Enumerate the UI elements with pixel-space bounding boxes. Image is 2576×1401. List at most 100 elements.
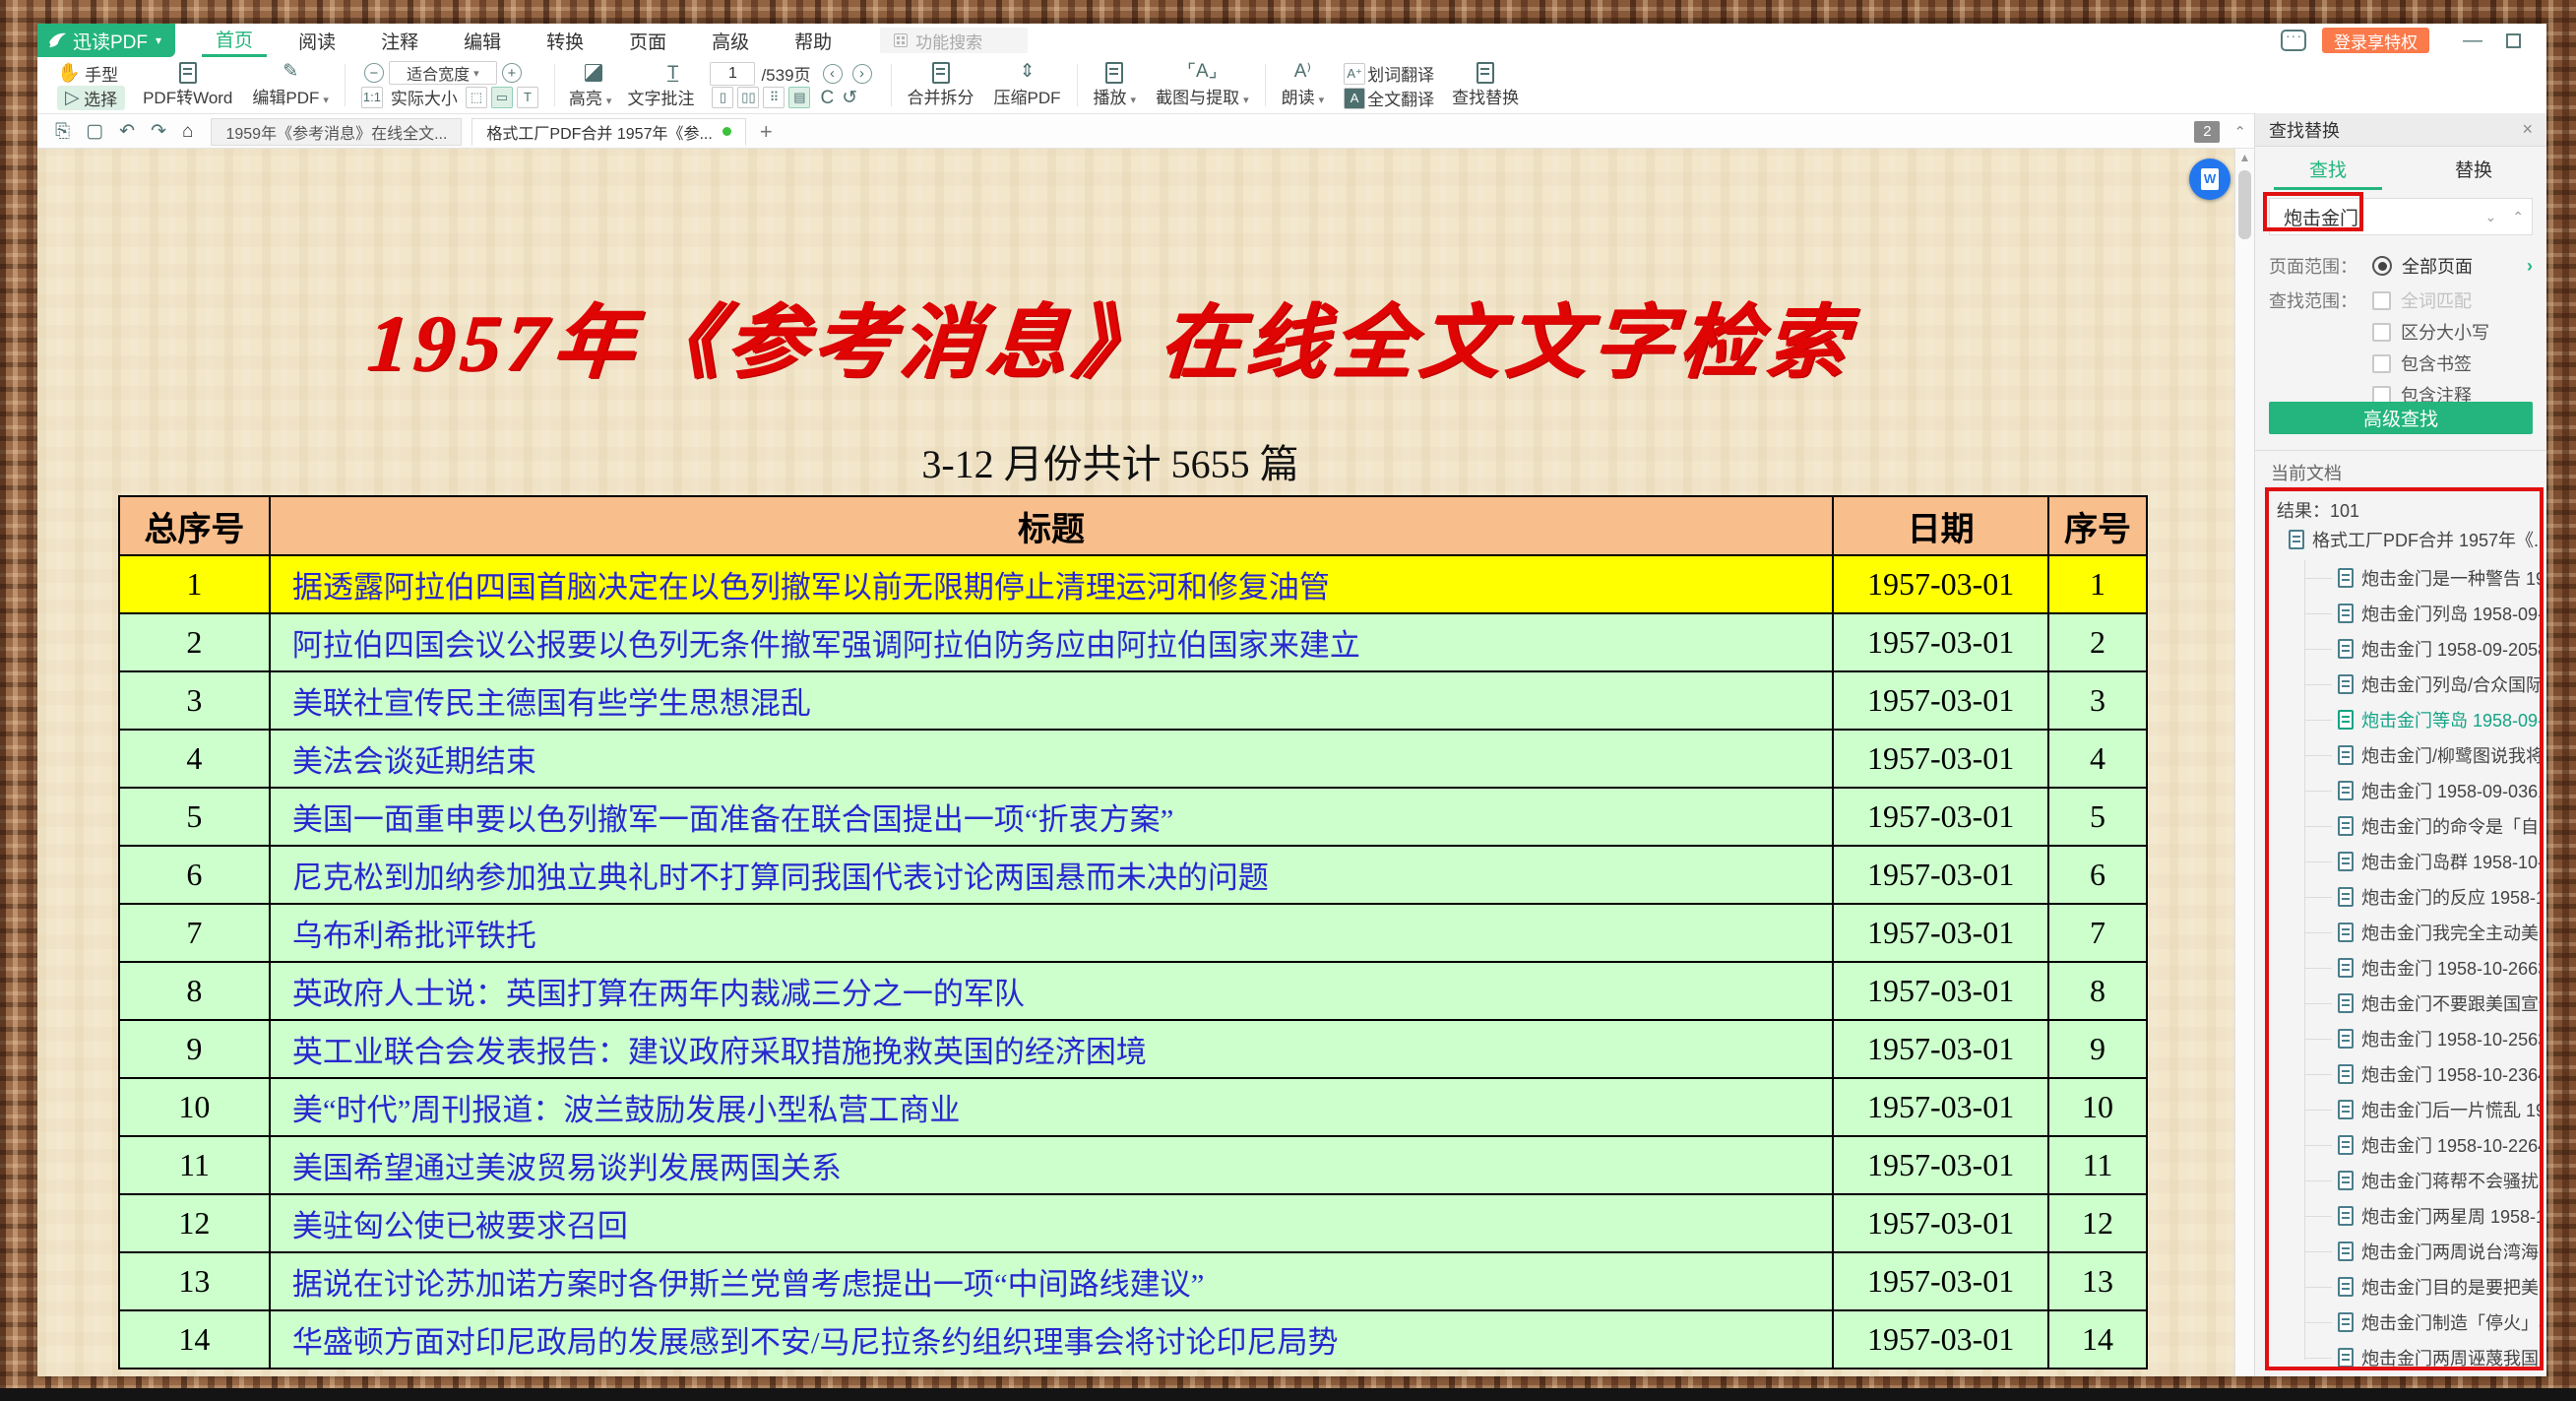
cell-title[interactable]: 英工业联合会发表报告：建议政府采取措施挽救英国的经济困境 <box>270 1020 1833 1078</box>
find-previous-icon[interactable]: ⌄ <box>2485 209 2497 225</box>
save-icon[interactable]: ▢ <box>86 122 103 141</box>
new-tab-button[interactable]: + <box>760 119 773 145</box>
search-result-item[interactable]: 炮击金门/柳鹭图说我将使用重型的大 <box>2269 737 2540 773</box>
cell-title[interactable]: 美联社宣传民主德国有些学生思想混乱 <box>270 671 1833 730</box>
cell-title[interactable]: 美法会谈延期结束 <box>270 730 1833 788</box>
result-root-node[interactable]: 格式工厂PDF合并 1957年《... <box>2289 527 2544 552</box>
search-result-item[interactable]: 炮击金门列岛/合众国际社说大担二担 <box>2269 667 2540 702</box>
search-result-item[interactable]: 炮击金门两周诬蔑我国防部命令是一 <box>2269 1340 2540 1370</box>
full-translate-button[interactable]: A 全文翻译 <box>1342 86 1434 110</box>
checkbox[interactable] <box>2372 323 2391 342</box>
vertical-scrollbar[interactable]: ▲ <box>2234 149 2254 1376</box>
cell-title[interactable]: 英政府人士说：英国打算在两年内裁减三分之一的军队 <box>270 962 1833 1020</box>
fit-width-button[interactable]: ▭ <box>491 87 513 108</box>
cell-title[interactable]: 据透露阿拉伯四国首脑决定在以色列撤军以前无限期停止清理运河和修复油管 <box>270 555 1833 613</box>
expand-arrow-icon[interactable]: › <box>2527 256 2533 277</box>
text-annotation-icon[interactable]: T̲ <box>667 64 679 83</box>
page-range-radio[interactable] <box>2372 256 2392 276</box>
cell-title[interactable]: 尼克松到加纳参加独立典礼时不打算同我国代表讨论两国悬而未决的问题 <box>270 846 1833 904</box>
panel-close-icon[interactable]: × <box>2522 119 2533 140</box>
search-result-item[interactable]: 炮击金门的命令是「自愿提供的情报 <box>2269 808 2540 844</box>
hand-tool-button[interactable]: ✋ 手型 <box>57 61 125 86</box>
menu-item[interactable]: 页面 <box>615 24 680 57</box>
menu-item[interactable]: 转换 <box>533 24 597 57</box>
search-result-item[interactable]: 炮击金门 1958-10-256353 毛主席同 <box>2269 1021 2540 1056</box>
zoom-in-button[interactable]: + <box>502 63 522 83</box>
redo-icon[interactable]: ↷ <box>151 122 166 141</box>
highlight-button[interactable]: 高亮▾ <box>569 85 612 109</box>
screenshot-extract-button[interactable]: ⌜A⌟ 截图与提取▾ <box>1146 60 1259 110</box>
actual-size-button[interactable]: 1:1 <box>361 87 383 108</box>
cell-title[interactable]: 美国希望通过美波贸易谈判发展两国关系 <box>270 1136 1833 1194</box>
scroll-up-arrow[interactable]: ▲ <box>2235 151 2254 164</box>
collapse-toolbar-icon[interactable]: ⌃ <box>2233 123 2246 141</box>
find-replace-button[interactable]: 查找替换 <box>1442 60 1529 110</box>
cell-title[interactable]: 华盛顿方面对印尼政局的发展感到不安/马尼拉条约组织理事会将讨论印尼局势 <box>270 1310 1833 1369</box>
single-page-view-button[interactable]: ▯ <box>712 87 733 108</box>
play-button[interactable]: 播放▾ <box>1084 60 1147 110</box>
cell-title[interactable]: 美国一面重申要以色列撤军一面准备在联合国提出一项“折衷方案” <box>270 788 1833 846</box>
book-view-button[interactable]: ▤ <box>788 87 810 108</box>
feedback-chat-icon[interactable] <box>2281 30 2306 51</box>
search-result-item[interactable]: 炮击金门 1958-10-236401 美爆炸 <box>2269 1056 2540 1092</box>
document-tab-1[interactable]: 1959年《参考消息》在线全文... <box>211 118 462 146</box>
merge-split-button[interactable]: 合并拆分 <box>898 60 984 110</box>
search-result-item[interactable]: 炮击金门不要跟美国宣传为「侵略」 <box>2269 986 2540 1021</box>
cell-title[interactable]: 阿拉伯四国会议公报要以色列无条件撤军强调阿拉伯防务应由阿拉伯国家来建立 <box>270 613 1833 671</box>
search-result-item[interactable]: 炮击金门等岛 1958-09-175889 美 <box>2269 702 2540 737</box>
cell-title[interactable]: 据说在讨论苏加诺方案时各伊斯兰党曾考虑提出一项“中间路线建议” <box>270 1252 1833 1310</box>
page-number-input[interactable]: 1 <box>710 62 755 86</box>
zoom-level-select[interactable]: 适合宽度▾ <box>389 61 497 85</box>
document-tab-2[interactable]: 格式工厂PDF合并 1957年《参... <box>471 118 745 146</box>
cell-title[interactable]: 美“时代”周刊报道：波兰鼓励发展小型私营工商业 <box>270 1078 1833 1136</box>
menu-item[interactable]: 注释 <box>367 24 432 57</box>
tab-find[interactable]: 查找 <box>2255 147 2401 190</box>
previous-page-button[interactable]: ‹ <box>823 64 843 84</box>
read-aloud-button[interactable]: A⁾ 朗读▾ <box>1272 60 1335 110</box>
home-icon[interactable]: ⌂ <box>182 122 193 141</box>
select-tool-button[interactable]: ▷ 选择 <box>57 86 125 110</box>
search-result-item[interactable]: 炮击金门 1958-10-266321 基维特到 <box>2269 950 2540 986</box>
menu-item[interactable]: 帮助 <box>781 24 846 57</box>
menu-item[interactable]: 首页 <box>202 24 267 57</box>
word-translate-button[interactable]: A⁺ 划词翻译 <box>1342 61 1434 86</box>
search-result-item[interactable]: 炮击金门两周说台湾海峡局势发生了 <box>2269 1234 2540 1269</box>
restore-window-button[interactable] <box>2506 33 2521 48</box>
compress-pdf-button[interactable]: ⇕ 压缩PDF <box>984 60 1071 110</box>
search-result-item[interactable]: 炮击金门的反应 1958-10-286308 柯 <box>2269 879 2540 915</box>
checkbox[interactable] <box>2372 291 2391 310</box>
rotate-right-icon[interactable]: C <box>820 89 834 107</box>
function-search-box[interactable]: 功能搜索 <box>880 28 1028 53</box>
search-result-item[interactable]: 炮击金门两星周 1958-10-166519 美 <box>2269 1198 2540 1234</box>
search-result-item[interactable]: 炮击金门岛群 1958-10-296288叶公 <box>2269 844 2540 879</box>
search-result-item[interactable]: 炮击金门制造「停火」舆论妄图我将 <box>2269 1305 2540 1340</box>
search-result-item[interactable]: 炮击金门目的是要把美国强盗赶出台 <box>2269 1269 2540 1305</box>
cell-title[interactable]: 美驻匈公使已被要求召回 <box>270 1194 1833 1252</box>
notification-badge[interactable]: 2 <box>2194 121 2220 143</box>
highlighter-icon[interactable] <box>585 64 602 82</box>
menu-item[interactable]: 高级 <box>698 24 763 57</box>
advanced-find-button[interactable]: 高级查找 <box>2269 402 2533 434</box>
search-result-item[interactable]: 炮击金门我完全主动美国务院恼羞成 <box>2269 915 2540 950</box>
checkbox[interactable] <box>2372 354 2391 373</box>
menu-item[interactable]: 阅读 <box>284 24 349 57</box>
fit-page-button[interactable]: ⬚ <box>466 87 487 108</box>
find-next-icon[interactable]: ⌃ <box>2512 209 2524 225</box>
menu-item[interactable]: 编辑 <box>450 24 515 57</box>
scrollbar-thumb[interactable] <box>2238 170 2251 239</box>
minimize-button[interactable]: — <box>2463 31 2482 50</box>
edit-pdf-button[interactable]: ✎ 编辑PDF▾ <box>242 60 339 110</box>
two-page-view-button[interactable]: ▯▯ <box>737 87 759 108</box>
search-result-item[interactable]: 炮击金门 1958-09-036190 美联社报 <box>2269 773 2540 808</box>
cell-title[interactable]: 乌布利希批评铁托 <box>270 904 1833 962</box>
app-logo-button[interactable]: 迅读PDF ▾ <box>37 24 175 57</box>
login-button[interactable]: 登录享特权 <box>2322 28 2429 53</box>
search-result-item[interactable]: 炮击金门后一片慌乱 1958-10-2264 <box>2269 1092 2540 1127</box>
zoom-out-button[interactable]: − <box>364 63 384 83</box>
search-result-item[interactable]: 炮击金门 1958-09-205807 侵台美军 <box>2269 631 2540 667</box>
text-annotation-button[interactable]: 文字批注 <box>627 85 694 109</box>
undo-icon[interactable]: ↶ <box>119 122 135 141</box>
search-result-item[interactable]: 炮击金门 1958-10-226425 东京人士 <box>2269 1127 2540 1163</box>
tab-replace[interactable]: 替换 <box>2401 147 2546 190</box>
pdf-to-word-button[interactable]: PDF转Word <box>133 60 242 110</box>
